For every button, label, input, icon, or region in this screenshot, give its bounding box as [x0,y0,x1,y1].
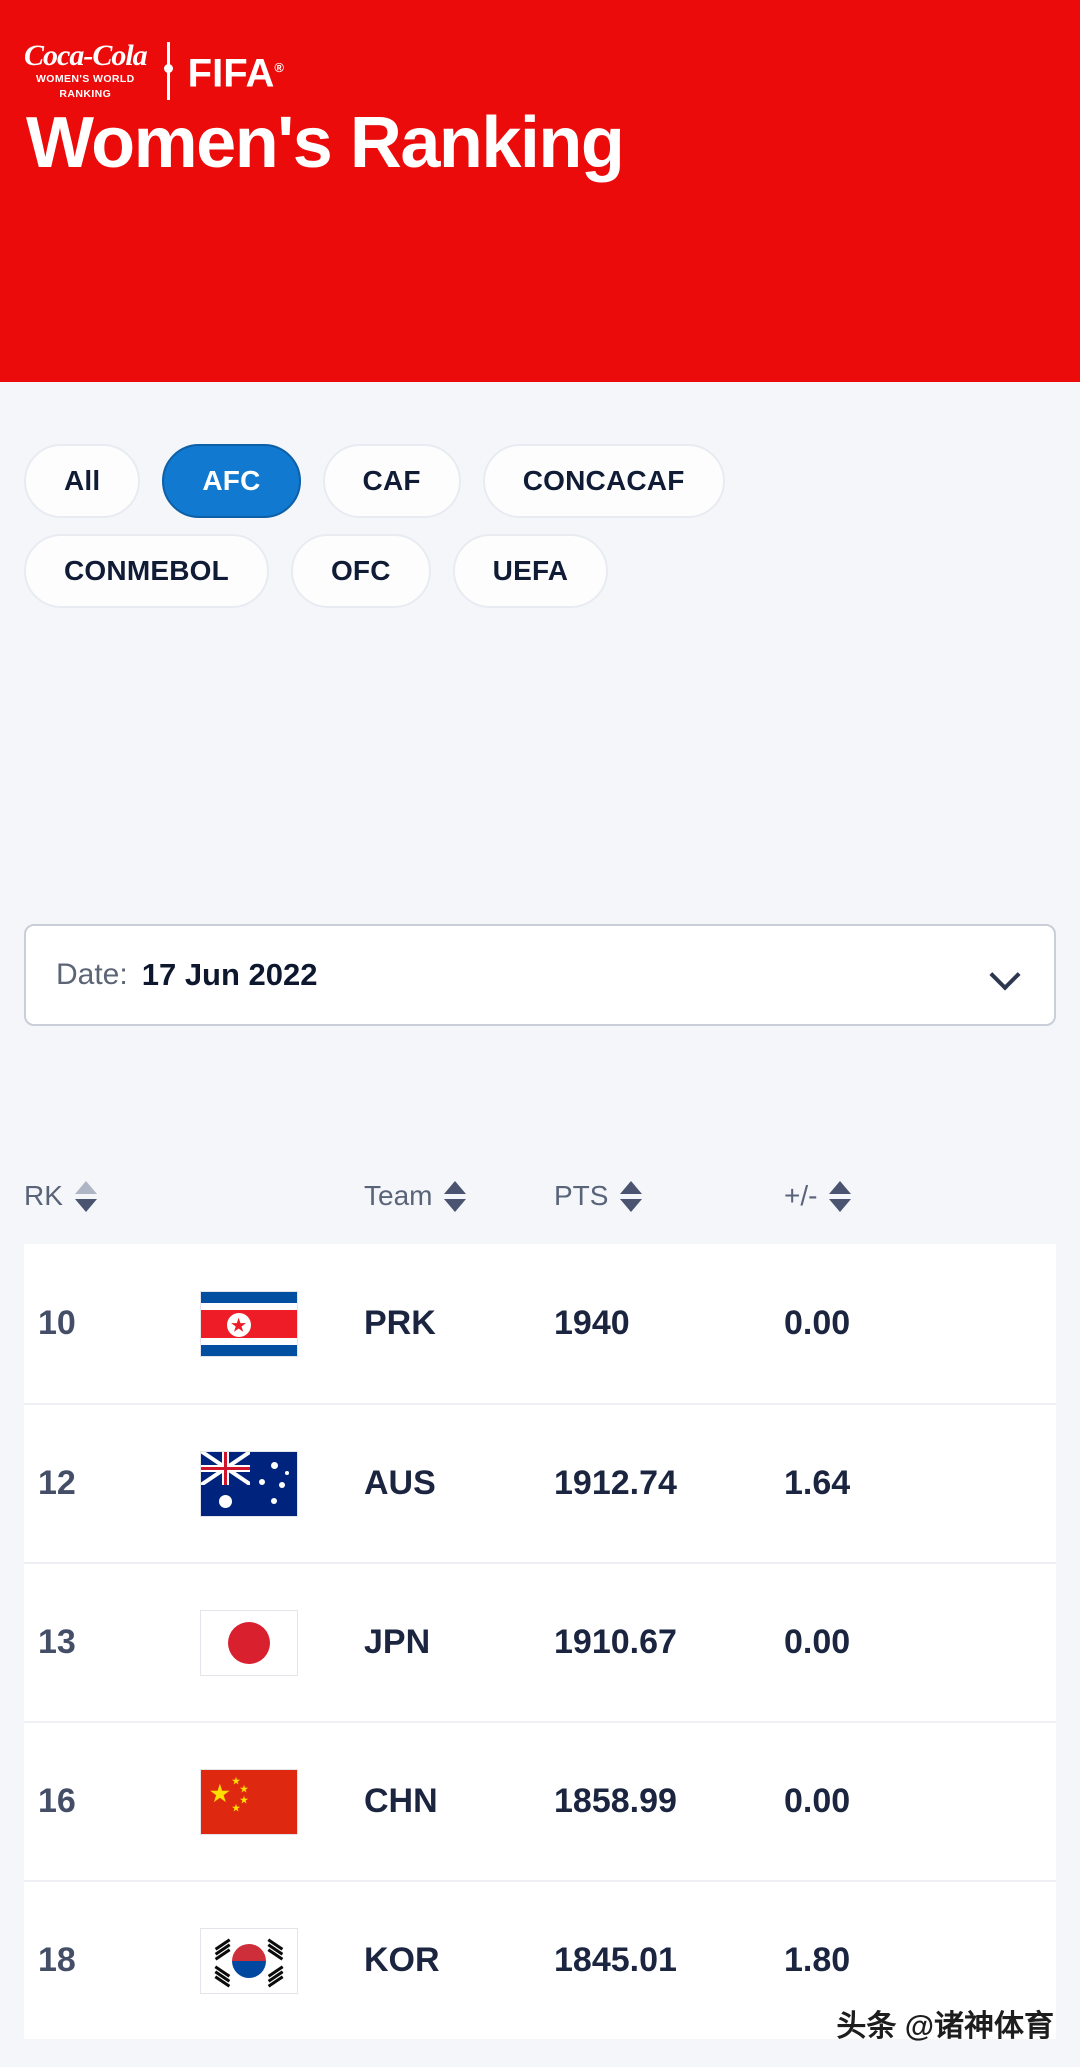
sort-asc-icon [74,1180,97,1194]
sort-desc-icon [74,1198,97,1212]
column-header-plus-minus[interactable]: +/- [784,1180,1004,1212]
filter-pill-ofc[interactable]: OFC [290,534,431,608]
filter-pill-concacaf[interactable]: CONCACAF [482,444,725,518]
filter-pill-conmebol[interactable]: CONMEBOL [24,534,269,608]
confederation-filters: All AFC CAF CONCACAF CONMEBOL OFC UEFA [0,382,1080,608]
filter-pill-uefa[interactable]: UEFA [452,534,609,608]
sort-toggle-rk[interactable] [74,1180,97,1212]
chevron-down-icon[interactable] [992,962,1018,988]
table-row[interactable]: 13 JPN 1910.67 0.00 [24,1562,1056,1721]
north-korea-flag-icon: ★ [200,1290,298,1357]
column-header-rk[interactable]: RK [24,1180,164,1212]
sort-toggle-plus-minus[interactable] [829,1180,852,1212]
ranking-page: Coca-Cola WOMEN'S WORLD RANKING FIFA® Wo… [0,0,1080,2067]
page-title: Women's Ranking [26,103,625,183]
fifa-wordmark: FIFA [187,51,275,96]
filter-pill-all[interactable]: All [24,444,141,518]
cell-points: 1940 [554,1304,630,1342]
table-row[interactable]: 16 ★ ★ ★ ★ ★ CHN 1858.99 0.00 [24,1721,1056,1880]
cell-rank: 10 [38,1304,76,1342]
fifa-trademark-icon: ® [274,60,284,76]
cell-team: KOR [364,1941,440,1979]
cell-rank: 18 [38,1941,76,1979]
filter-row-2: CONMEBOL OFC UEFA [24,534,1056,608]
cell-rank: 12 [38,1464,76,1502]
column-header-pts-label: PTS [554,1180,609,1211]
cell-plus-minus: 0.00 [784,1782,851,1820]
filter-pill-caf[interactable]: CAF [322,444,461,518]
coca-cola-logo: Coca-Cola WOMEN'S WORLD RANKING [24,39,148,101]
column-header-plus-minus-label: +/- [784,1180,818,1211]
coca-cola-wordmark: Coca-Cola [24,39,148,72]
cell-points: 1912.74 [554,1464,677,1502]
cell-team: AUS [364,1464,436,1502]
fifa-logo: FIFA® [187,48,284,96]
column-header-team[interactable]: Team [364,1180,554,1212]
south-korea-flag-icon [200,1927,298,1994]
cell-points: 1858.99 [554,1782,677,1820]
cell-flag [164,1450,364,1517]
ranking-table: RK Team PTS +/- 10 ★ PRK 1940 0.00 12 AU… [0,1148,1080,2039]
date-select[interactable]: Date: 17 Jun 2022 [24,924,1056,1026]
sort-toggle-pts[interactable] [620,1180,643,1212]
cell-team: JPN [364,1623,431,1661]
cell-rank: 16 [38,1782,76,1820]
table-row[interactable]: 12 AUS 1912.74 1.64 [24,1403,1056,1562]
sort-asc-icon [829,1180,852,1194]
page-header: Coca-Cola WOMEN'S WORLD RANKING FIFA® Wo… [0,0,1080,382]
sort-asc-icon [620,1180,643,1194]
watermark: 头条 @诸神体育 [836,2010,1054,2043]
sort-asc-icon [444,1180,467,1194]
date-label: Date: [56,958,128,991]
cell-flag [164,1609,364,1676]
table-row[interactable]: 10 ★ PRK 1940 0.00 [24,1244,1056,1403]
cell-points: 1845.01 [554,1941,677,1979]
sort-desc-icon [444,1198,467,1212]
cell-flag: ★ ★ ★ ★ ★ [164,1768,364,1835]
column-header-team-label: Team [364,1180,433,1211]
cell-points: 1910.67 [554,1623,677,1661]
column-header-rk-label: RK [24,1180,63,1211]
cell-plus-minus: 0.00 [784,1304,851,1342]
date-value: 17 Jun 2022 [141,957,318,992]
cell-plus-minus: 1.64 [784,1464,851,1502]
coca-cola-sub-line1: WOMEN'S WORLD [35,73,135,85]
sort-toggle-team[interactable] [444,1180,467,1212]
cell-plus-minus: 1.80 [784,1941,851,1979]
china-flag-icon: ★ ★ ★ ★ ★ [200,1768,298,1835]
brand-divider [163,42,173,100]
table-header-row: RK Team PTS +/- [0,1148,1080,1244]
cell-rank: 13 [38,1623,76,1661]
filter-pill-afc[interactable]: AFC [162,444,301,518]
sort-desc-icon [620,1198,643,1212]
australia-flag-icon [200,1450,298,1517]
cell-flag: ★ [164,1290,364,1357]
cell-plus-minus: 0.00 [784,1623,851,1661]
column-header-pts[interactable]: PTS [554,1180,784,1212]
cell-team: CHN [364,1782,438,1820]
brand-lockup: Coca-Cola WOMEN'S WORLD RANKING FIFA® [24,40,284,102]
filter-row-1: All AFC CAF CONCACAF [24,444,1056,518]
cell-flag [164,1927,364,1994]
cell-team: PRK [364,1304,436,1342]
sort-desc-icon [829,1198,852,1212]
japan-flag-icon [200,1609,298,1676]
table-body: 10 ★ PRK 1940 0.00 12 AUS 1912.74 1.64 1… [0,1244,1080,2039]
